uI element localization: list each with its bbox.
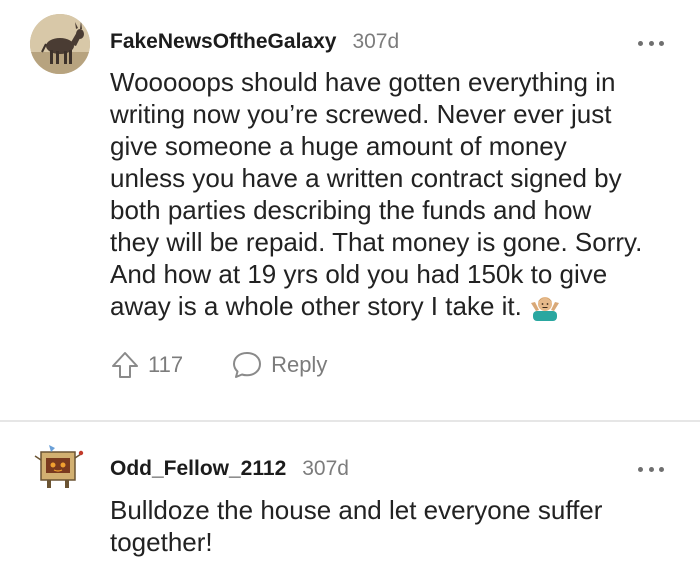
comment-meta: Odd_Fellow_2112 307d [110, 457, 349, 481]
box-robot-icon [34, 445, 84, 488]
dot [638, 466, 643, 472]
upvote-arrow-icon [112, 352, 138, 378]
person-shrugging-emoji-icon [530, 291, 560, 321]
donkey-icon [30, 14, 90, 74]
comment-age: 307d [352, 30, 400, 53]
username[interactable]: Odd_Fellow_2112 [110, 457, 286, 481]
more-options-icon[interactable] [638, 464, 664, 474]
box-robot-avatar[interactable] [33, 440, 85, 492]
username[interactable]: FakeNewsOftheGalaxy [110, 30, 336, 54]
donkey-avatar[interactable] [30, 14, 90, 74]
dot [659, 40, 664, 46]
comment-body: Bulldoze the house and let everyone suff… [110, 494, 670, 558]
comment: Odd_Fellow_2112 307d Bulldoze the house … [0, 424, 700, 586]
comment-age: 307d [302, 457, 349, 480]
upvote-button[interactable]: 117 [110, 350, 183, 380]
vote-count: 117 [148, 352, 184, 377]
comment-text: Bulldoze the house and let everyone suff… [110, 495, 603, 557]
dot [659, 466, 664, 472]
comment-text: Wooooops should have gotten everything i… [110, 67, 643, 321]
comment: FakeNewsOftheGalaxy 307d Wooooops should… [0, 0, 700, 420]
dot [638, 40, 643, 46]
dot [648, 466, 654, 472]
reply-label: Reply [271, 352, 328, 377]
reply-button[interactable]: Reply [231, 350, 327, 380]
speech-bubble-icon [233, 352, 262, 378]
more-options-icon[interactable] [638, 38, 664, 48]
comment-body: Wooooops should have gotten everything i… [110, 66, 670, 322]
dot [648, 40, 654, 46]
comment-divider [0, 420, 700, 422]
comment-actions: 117 Reply [110, 350, 327, 380]
comment-meta: FakeNewsOftheGalaxy 307d [110, 30, 399, 54]
